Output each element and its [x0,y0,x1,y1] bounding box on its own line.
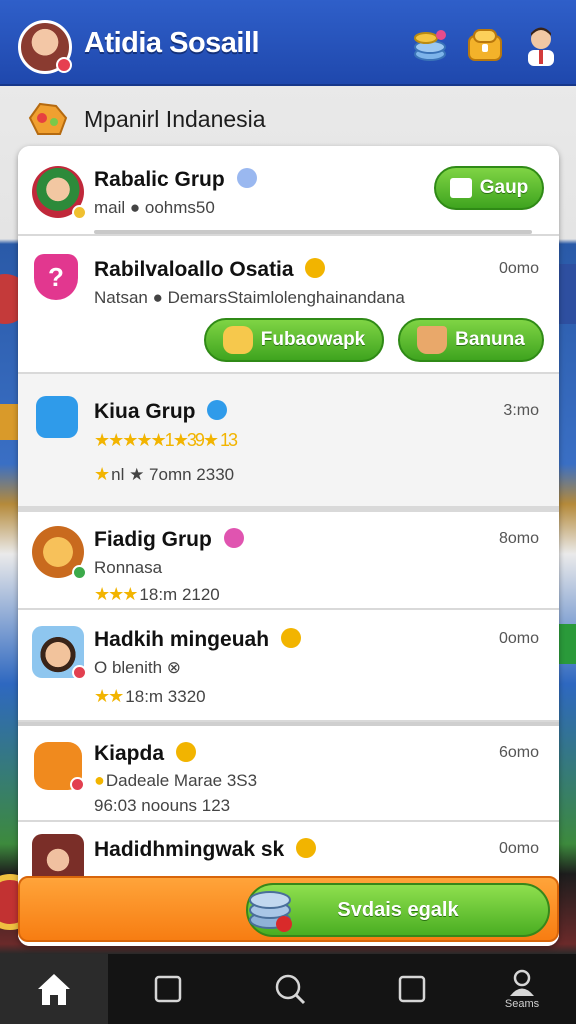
group-time: 0omo [498,840,539,857]
notification-dot [56,57,72,73]
action-label: Svdais egalk [337,898,459,921]
star-icon: ★★★ [94,584,140,604]
fubaowapk-label: Fubaowapk [260,329,366,350]
person-icon [510,969,534,996]
emoji-icon [305,258,326,278]
group-stats: 18:m 2120 [139,585,220,604]
coin-icon: ● [94,770,106,790]
group-stats: 18:m 3320 [125,687,206,706]
group-row[interactable]: Kiua Grup 3:mo ★★★★★1★39★ 13 ★ nl ★ 7omn… [18,374,559,508]
heart-icon [223,528,244,548]
square-icon [398,975,426,1003]
question-icon: ? [34,254,78,300]
nav-tab-2[interactable] [114,954,222,1024]
chat-icon [36,396,78,438]
star-icon: ★ [94,464,112,484]
group-subtitle: Natsan ● DemarsStaimlolenghainandana [94,288,405,307]
group-row[interactable]: ? Rabilvaloallo Osatia 0omo Natsan ● Dem… [18,236,559,374]
group-avatar [32,166,87,220]
group-time: 0omo [498,260,539,277]
group-time: 6omo [498,744,539,761]
region-label: Mpanirl Indanesia [84,106,266,132]
nav-home[interactable] [0,954,108,1024]
group-name: Rabalic Grup [94,168,225,191]
group-row[interactable]: Rabalic Grup mail ● oohms50 Gaup [18,146,559,236]
emoji-icon [175,742,196,762]
emoji-icon [280,628,301,648]
group-subtitle: Ronnasa [94,558,163,577]
cake-icon [417,326,448,354]
group-stats: 96:03 noouns 123 [94,796,231,815]
group-subtitle: mail ● oohms50 [94,198,215,217]
group-name: Fiadig Grup [94,528,212,551]
group-tag-icon [449,178,472,198]
banuna-button[interactable]: Banuna [398,318,544,362]
man-avatar [32,626,87,680]
group-time: 8omo [498,530,539,547]
action-bar: Svdais egalk [18,876,559,942]
bubble-icon [34,742,85,792]
group-rating: ★★★★★1★39★ 13 [94,430,238,450]
home-icon [38,974,70,1005]
bottom-nav: Seams [0,954,576,1024]
star-icon: ★★ [94,686,126,706]
groups-panel: Rabalic Grup mail ● oohms50 Gaup ? Rabil… [18,146,559,946]
square-icon [154,975,182,1003]
nav-profile-label: Seams [504,997,540,1010]
avatar[interactable] [18,20,72,74]
profile-icon[interactable] [520,24,562,66]
group-name: Hadidhmingwak sk [94,838,285,861]
chest-icon[interactable] [464,24,506,66]
group-row[interactable]: Kiapda 6omo ● Dadeale Marae 3S3 96:03 no… [18,722,559,822]
top-header: Atidia Sosaill [0,0,576,86]
region-badge-icon [28,102,68,135]
nav-tab-4[interactable] [358,954,466,1024]
join-group-button[interactable]: Gaup [434,166,544,210]
group-name: Kiapda [94,742,165,765]
group-subtitle: O blenith ⊗ [94,658,182,677]
fubaowapk-button[interactable]: Fubaowapk [204,318,384,362]
group-subtitle: Dadeale Marae 3S3 [105,771,258,790]
group-name: Rabilvaloallo Osatia [94,258,294,281]
carousel-scrollbar[interactable] [94,230,532,234]
group-time: 0omo [498,630,539,647]
coins-stack-icon [249,891,292,932]
coins-icon[interactable] [408,24,450,66]
join-group-label: Gaup [479,177,529,198]
app-title: Atidia Sosaill [84,27,260,59]
nav-search[interactable] [236,954,344,1024]
group-stats: nl ★ 7omn 2330 [111,465,235,484]
lion-avatar [32,526,87,580]
group-name: Kiua Grup [94,400,196,423]
group-name: Hadkih mingeuah [94,628,270,651]
banuna-label: Banuna [455,329,525,350]
nav-profile[interactable]: Seams [468,954,576,1024]
verified-icon [207,400,228,420]
verified-icon [236,168,257,188]
group-row[interactable]: Fiadig Grup 8omo Ronnasa ★★★ 18:m 2120 [18,508,559,610]
group-row[interactable]: Hadkih mingeuah 0omo O blenith ⊗ ★★ 18:m… [18,610,559,722]
emoji-icon [296,838,317,858]
search-icon [275,974,306,1005]
group-time: 3:mo [503,402,539,419]
hand-icon [222,326,253,354]
